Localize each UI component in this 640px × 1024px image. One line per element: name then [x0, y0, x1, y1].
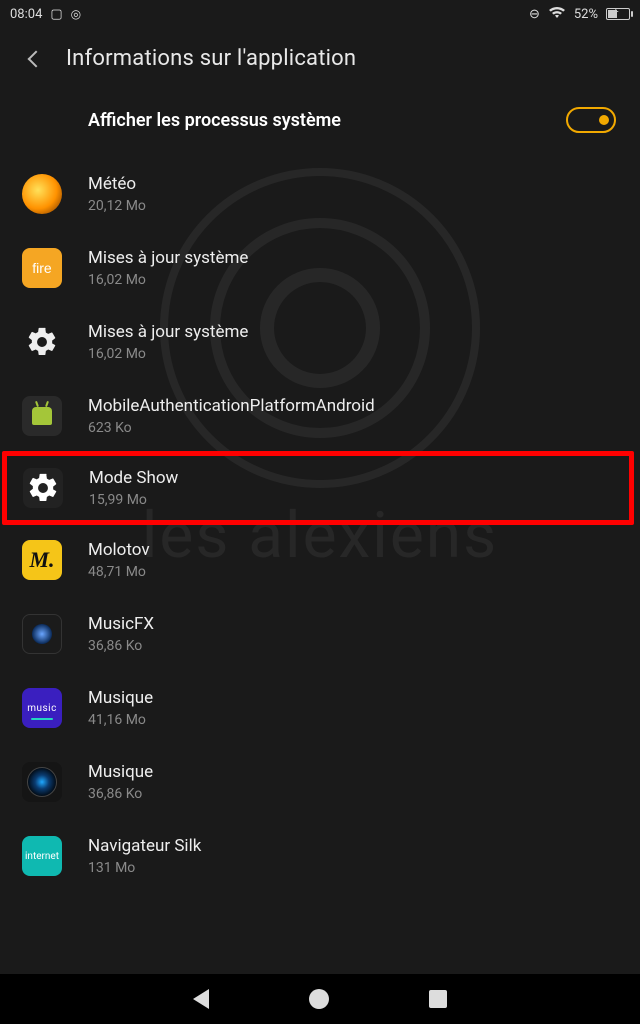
app-item-name: Mises à jour système	[88, 322, 248, 342]
battery-percent: 52%	[574, 7, 598, 22]
speaker-app-icon	[22, 762, 62, 802]
app-item-text: Musique 41,16 Mo	[88, 688, 153, 728]
app-item-size: 48,71 Mo	[88, 564, 150, 580]
app-item-size: 36,86 Ko	[88, 786, 153, 802]
app-item-size: 131 Mo	[88, 860, 201, 876]
app-item-text: Météo 20,12 Mo	[88, 174, 146, 214]
app-item[interactable]: Météo 20,12 Mo	[0, 157, 640, 231]
app-item-name: MobileAuthenticationPlatformAndroid	[88, 396, 375, 416]
weather-icon	[22, 174, 62, 214]
app-item-name: Musique	[88, 688, 153, 708]
battery-icon: +	[606, 8, 630, 20]
app-item-name: MusicFX	[88, 614, 154, 634]
app-item-text: Musique 36,86 Ko	[88, 762, 153, 802]
android-icon	[22, 396, 62, 436]
app-item[interactable]: music Musique 41,16 Mo	[0, 671, 640, 745]
app-item-size: 16,02 Mo	[88, 346, 248, 362]
app-item-size: 36,86 Ko	[88, 638, 154, 654]
app-item-name: Navigateur Silk	[88, 836, 201, 856]
dnd-icon: ⊖	[529, 7, 540, 22]
fire-app-icon: fire	[22, 248, 62, 288]
navigation-bar	[0, 974, 640, 1024]
app-item-size: 16,02 Mo	[88, 272, 248, 288]
page-title: Informations sur l'application	[66, 46, 356, 71]
gear-icon	[23, 468, 63, 508]
gallery-icon: ▢	[50, 7, 62, 22]
app-item[interactable]: fire Mises à jour système 16,02 Mo	[0, 231, 640, 305]
app-item-text: Mises à jour système 16,02 Mo	[88, 322, 248, 362]
app-item-name: Mode Show	[89, 468, 178, 488]
app-item-text: Mises à jour système 16,02 Mo	[88, 248, 248, 288]
status-time: 08:04	[10, 7, 42, 22]
wifi-icon	[548, 6, 566, 23]
app-item[interactable]: internet Navigateur Silk 131 Mo	[0, 819, 640, 893]
system-processes-toggle[interactable]	[566, 107, 616, 133]
app-item-name: Musique	[88, 762, 153, 782]
app-item-size: 41,16 Mo	[88, 712, 153, 728]
system-processes-row: Afficher les processus système	[0, 93, 640, 157]
app-item[interactable]: Musique 36,86 Ko	[0, 745, 640, 819]
musicfx-app-icon	[22, 614, 62, 654]
app-item-text: Navigateur Silk 131 Mo	[88, 836, 201, 876]
back-button[interactable]	[20, 53, 42, 65]
status-bar: 08:04 ▢ ◎ ⊖ 52% +	[0, 0, 640, 28]
page-header: Informations sur l'application	[0, 28, 640, 93]
molotov-app-icon: M.	[22, 540, 62, 580]
app-item-size: 623 Ko	[88, 420, 375, 436]
silk-app-icon: internet	[22, 836, 62, 876]
chevron-left-icon	[28, 50, 45, 67]
app-item[interactable]: Mises à jour système 16,02 Mo	[0, 305, 640, 379]
app-item-text: MobileAuthenticationPlatformAndroid 623 K…	[88, 396, 375, 436]
nav-recents-button[interactable]	[429, 990, 447, 1008]
app-item[interactable]: Mode Show 15,99 Mo	[2, 451, 634, 525]
instagram-icon: ◎	[71, 7, 81, 21]
app-item-name: Météo	[88, 174, 146, 194]
system-processes-label: Afficher les processus système	[88, 110, 341, 131]
nav-home-button[interactable]	[309, 989, 329, 1009]
nav-back-button[interactable]	[193, 989, 209, 1009]
app-item-name: Molotov	[88, 540, 150, 560]
app-item-size: 15,99 Mo	[89, 492, 178, 508]
app-item[interactable]: M. Molotov 48,71 Mo	[0, 523, 640, 597]
app-item-text: Molotov 48,71 Mo	[88, 540, 150, 580]
app-item[interactable]: MusicFX 36,86 Ko	[0, 597, 640, 671]
app-item-text: Mode Show 15,99 Mo	[89, 468, 178, 508]
app-item-text: MusicFX 36,86 Ko	[88, 614, 154, 654]
app-item-size: 20,12 Mo	[88, 198, 146, 214]
music-app-icon: music	[22, 688, 62, 728]
gear-icon	[22, 322, 62, 362]
app-list: Météo 20,12 Mo fire Mises à jour système 16,…	[0, 157, 640, 893]
app-item-name: Mises à jour système	[88, 248, 248, 268]
app-item[interactable]: MobileAuthenticationPlatformAndroid 623 K…	[0, 379, 640, 453]
